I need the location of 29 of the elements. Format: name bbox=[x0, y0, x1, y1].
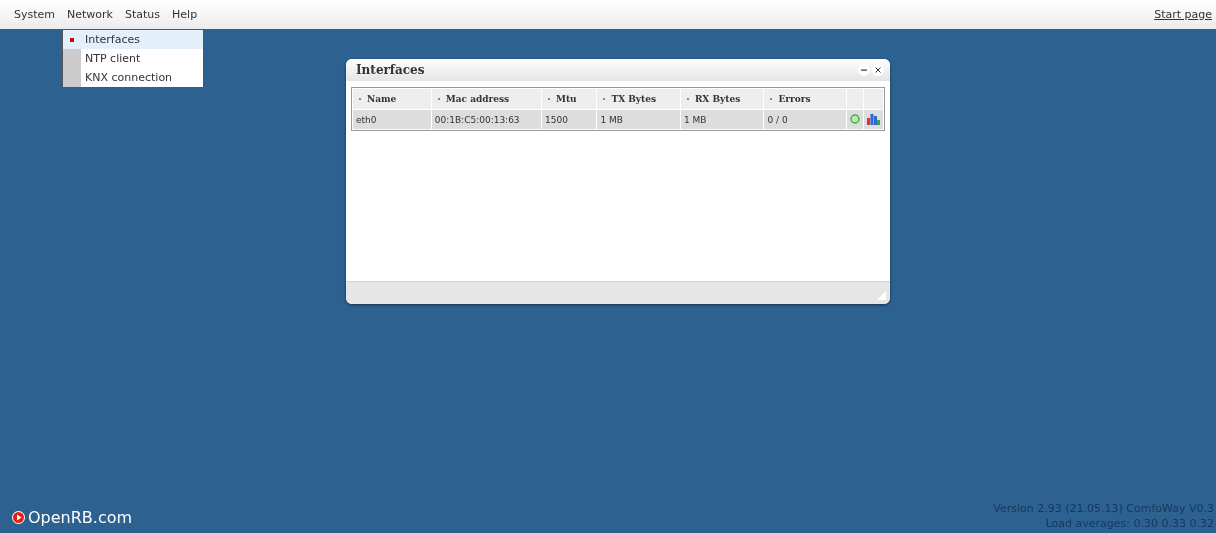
close-icon[interactable] bbox=[872, 64, 884, 76]
resize-grip-icon[interactable] bbox=[877, 291, 886, 300]
table-cell: 1 MB bbox=[597, 110, 680, 129]
table-cell: 1500 bbox=[542, 110, 597, 129]
table-cell: eth0 bbox=[353, 110, 431, 129]
bullet-icon bbox=[70, 37, 74, 42]
menu-item[interactable]: Status bbox=[118, 5, 167, 24]
column-header[interactable]: TX Bytes bbox=[597, 89, 680, 109]
dropdown-item[interactable]: KNX connection bbox=[63, 68, 203, 87]
column-header[interactable]: Errors bbox=[764, 89, 846, 109]
window-title: Interfaces bbox=[356, 63, 425, 77]
status-circle-icon bbox=[850, 113, 860, 124]
menu-item[interactable]: System bbox=[8, 5, 62, 24]
column-header[interactable]: Name bbox=[353, 89, 431, 109]
table-cell: 00:1B:C5:00:13:63 bbox=[431, 110, 541, 129]
table-cell: 1 MB bbox=[680, 110, 764, 129]
bar-chart-icon[interactable] bbox=[867, 112, 880, 125]
table-cell: 0 / 0 bbox=[764, 110, 846, 129]
dropdown-item[interactable]: Interfaces bbox=[63, 30, 203, 49]
dropdown-item[interactable]: NTP client bbox=[63, 49, 203, 68]
start-page-link[interactable]: Start page bbox=[1154, 8, 1212, 21]
column-header[interactable]: Mtu bbox=[542, 89, 597, 109]
column-header[interactable]: Mac address bbox=[431, 89, 541, 109]
menu-item[interactable]: Network bbox=[61, 5, 119, 24]
column-header[interactable]: RX Bytes bbox=[680, 89, 764, 109]
play-logo-icon bbox=[12, 511, 25, 524]
logo-text: OpenRB.com bbox=[28, 508, 133, 527]
menu-item[interactable]: Help bbox=[166, 5, 204, 24]
minimize-icon[interactable] bbox=[858, 64, 870, 76]
